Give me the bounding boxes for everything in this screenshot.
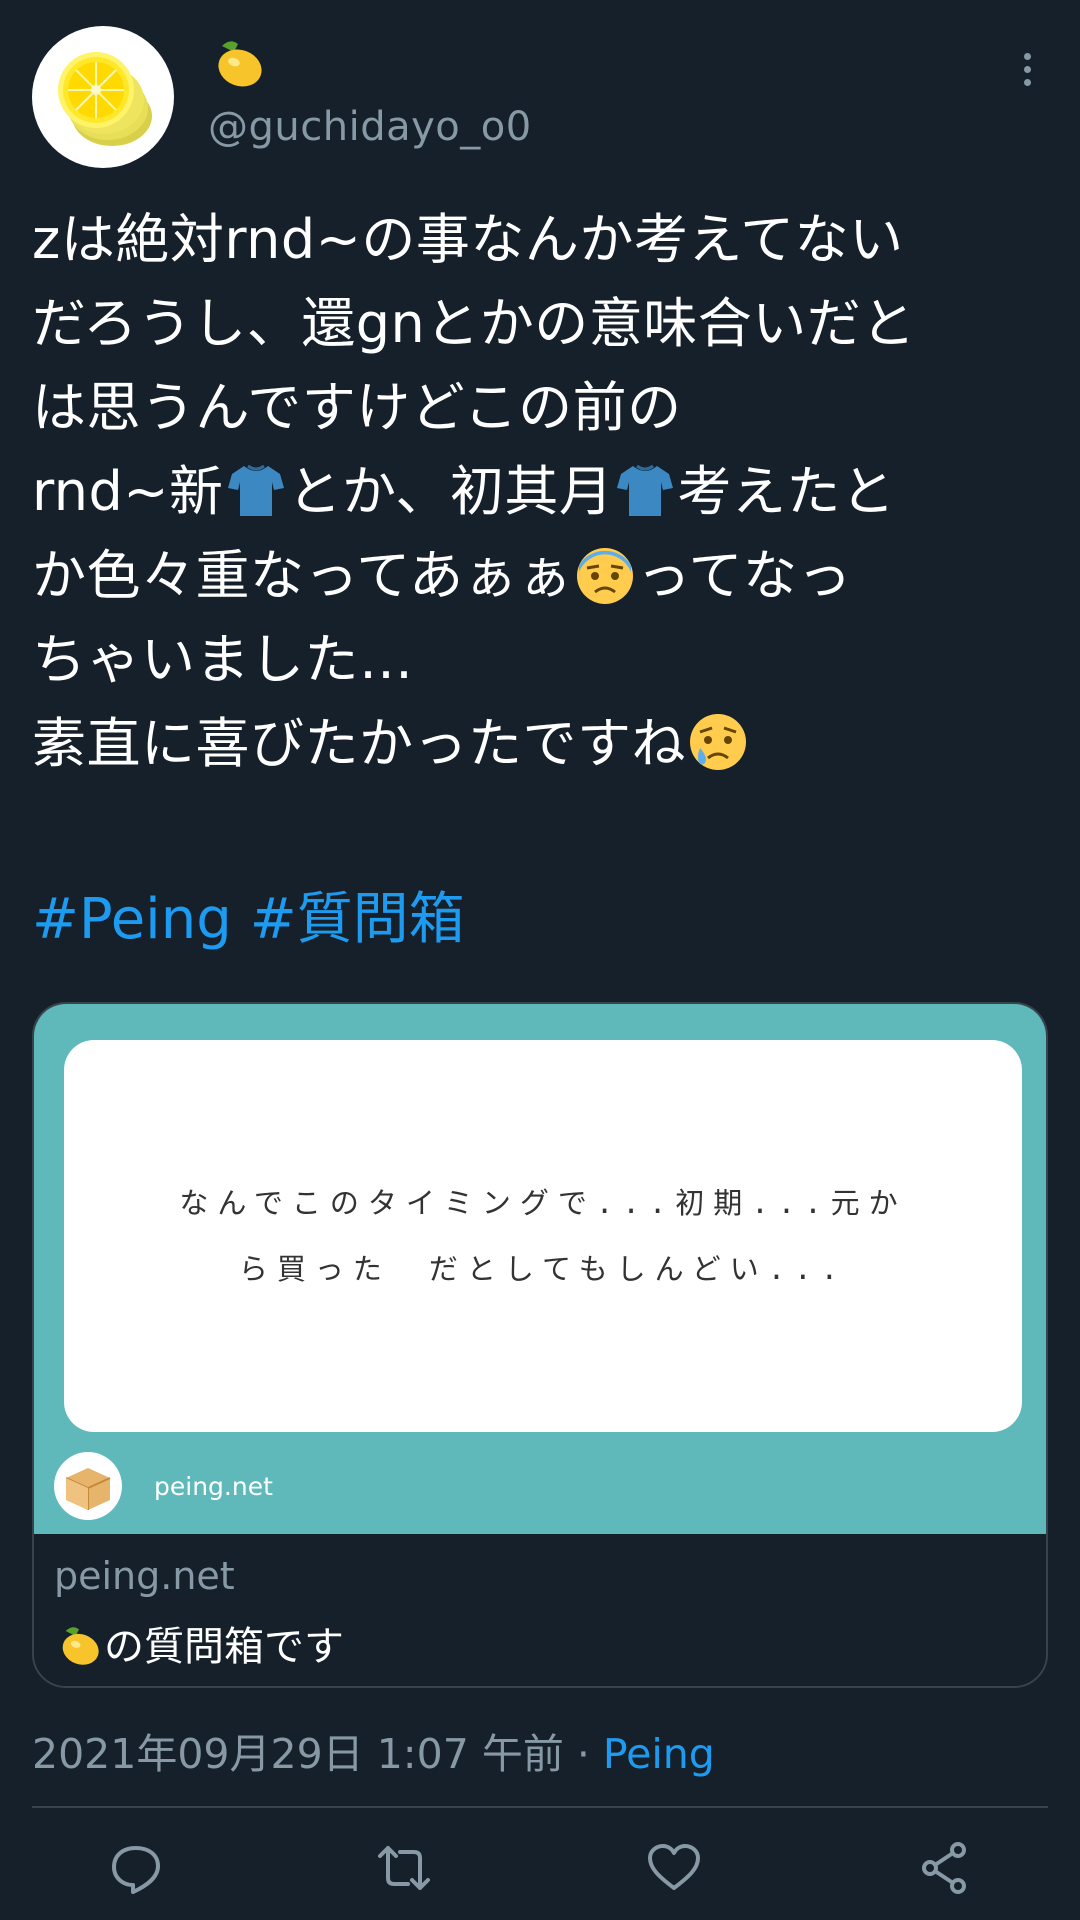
tweet-line: ちゃいました… [32, 628, 414, 691]
user-handle[interactable]: @guchidayo_o0 [208, 104, 532, 150]
lemon-icon [62, 1627, 99, 1665]
card-meta: peing.net の質問箱です [34, 1534, 1046, 1686]
tshirt-icon [617, 464, 674, 516]
share-icon[interactable] [916, 1840, 972, 1896]
retweet-icon[interactable] [376, 1840, 432, 1896]
tweet-line: だろうし、還gnとかの意味合いだと [32, 292, 916, 355]
question-box: なんでこのタイミングで...初期...元か ら買った だとしてもしんどい... [64, 1040, 1022, 1432]
question-text: なんでこのタイミングで...初期...元か ら買った だとしてもしんどい... [179, 1186, 907, 1286]
hashtags: #Peing #質問箱 [32, 880, 483, 960]
hashtag-link[interactable]: #Peing [32, 887, 232, 952]
lemon-slices-icon [58, 52, 152, 146]
link-preview-card[interactable]: なんでこのタイミングで...初期...元か ら買った だとしてもしんどい... … [32, 1002, 1048, 1688]
tweet-text: zは絶対rnd~の事なんか考えてない だろうし、還gnとかの意味合いだと は思う… [32, 198, 1052, 786]
card-site-label: peing.net [154, 1472, 273, 1501]
like-heart-icon[interactable] [646, 1840, 702, 1896]
tshirt-icon [227, 464, 284, 516]
hashtag-link[interactable]: #質問箱 [250, 887, 465, 952]
card-image: なんでこのタイミングで...初期...元か ら買った だとしてもしんどい... … [34, 1004, 1046, 1534]
more-options-icon[interactable] [1002, 44, 1052, 94]
display-name-lemon-icon[interactable] [208, 36, 268, 92]
source-link[interactable]: Peing [603, 1730, 715, 1778]
tweet-detail: @guchidayo_o0 zは絶対rnd~の事なんか考えてない だろうし、還g… [0, 0, 1080, 1920]
box-icon [54, 1452, 122, 1520]
reply-icon[interactable] [108, 1840, 164, 1896]
anxious-face-icon [576, 548, 633, 604]
tweet-line: は思うんですけどこの前の [32, 376, 682, 439]
action-bar [0, 1840, 1080, 1920]
avatar[interactable] [32, 26, 174, 168]
tweet-line: か色々重なってあぁぁ ってなっ [32, 544, 852, 607]
card-domain: peing.net [54, 1554, 235, 1598]
tweet-line: zは絶対rnd~の事なんか考えてない [32, 208, 904, 271]
crying-face-icon [690, 714, 746, 770]
tweet-timestamp: 2021年09月29日 1:07 午前 · Peing [32, 1730, 715, 1778]
card-description: の質問箱です [54, 1614, 344, 1672]
tweet-line: 素直に喜びたかったですね [32, 702, 1052, 786]
divider [32, 1806, 1048, 1808]
tweet-line: rnd~新 とか、初其月 考えたと [32, 460, 896, 523]
